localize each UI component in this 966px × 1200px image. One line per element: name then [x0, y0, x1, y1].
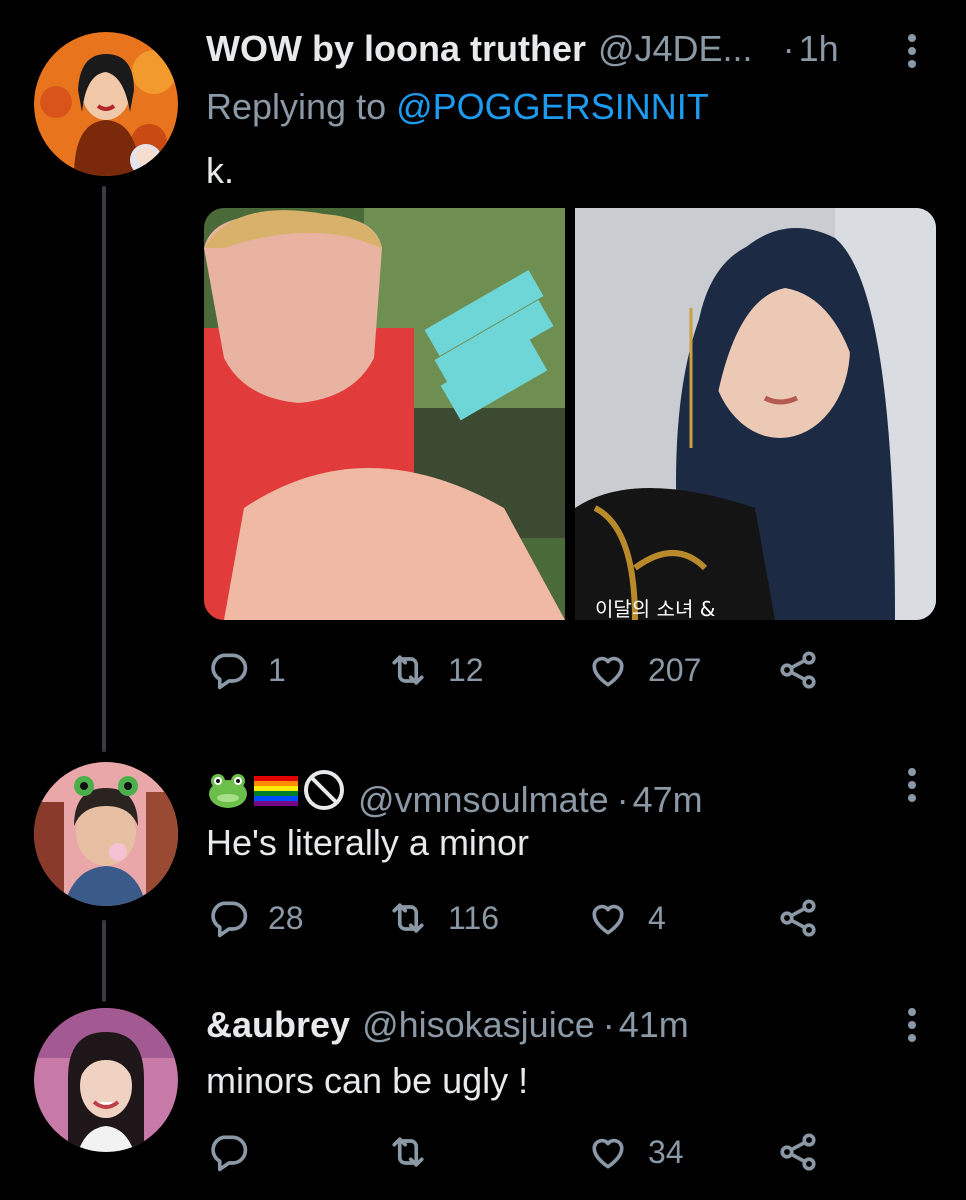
reply-icon: [211, 653, 248, 690]
replying-to-mention[interactable]: @POGGERSINNIT: [396, 86, 709, 127]
share-icon: [780, 899, 816, 937]
retweet-count: 12: [448, 651, 484, 688]
display-name[interactable]: &aubrey: [206, 1004, 350, 1046]
media-caption: 이달의 소녀 &: [595, 597, 716, 620]
media-image-1[interactable]: [204, 208, 565, 620]
reply-count: 1: [268, 651, 286, 688]
retweet-button[interactable]: [386, 1130, 448, 1174]
separator-dot: ·: [602, 1004, 615, 1045]
share-button[interactable]: [776, 648, 820, 692]
heart-icon: [592, 1138, 624, 1169]
handle[interactable]: @hisokasjuice: [362, 1004, 595, 1046]
more-vertical-icon[interactable]: [904, 1008, 920, 1042]
timestamp[interactable]: 47m: [633, 779, 703, 821]
tweet-header: WOW by loona truther @J4DE... · 1h: [206, 28, 839, 70]
timestamp[interactable]: 1h: [799, 28, 839, 70]
tweet-actions: 34: [206, 1130, 826, 1178]
share-icon: [780, 651, 816, 689]
heart-icon: [592, 904, 624, 935]
like-button[interactable]: 207: [586, 648, 701, 692]
retweet-icon: [392, 1137, 424, 1167]
display-name-emojis[interactable]: [206, 768, 346, 812]
share-icon: [780, 1133, 816, 1171]
retweet-count: 116: [448, 899, 500, 936]
share-button[interactable]: [776, 896, 820, 940]
avatar-image: [34, 762, 178, 906]
like-button[interactable]: 4: [586, 896, 666, 940]
avatar-image: [34, 1008, 178, 1152]
share-button[interactable]: [776, 1130, 820, 1174]
reply-button[interactable]: 28: [206, 896, 304, 940]
like-count: 4: [648, 899, 666, 936]
avatar[interactable]: [34, 1008, 178, 1152]
tweet-text: k.: [206, 150, 235, 191]
media-grid: 이달의 소녀 &: [204, 208, 936, 620]
thread-line-1: [102, 186, 106, 752]
heart-icon: [592, 656, 624, 687]
handle[interactable]: @vmnsoulmate: [358, 779, 609, 821]
tweet-text: minors can be ugly !: [206, 1060, 529, 1101]
media-image-2[interactable]: 이달의 소녀 &: [575, 208, 936, 620]
avatar[interactable]: [34, 32, 178, 176]
like-count: 207: [648, 651, 702, 688]
more-vertical-icon[interactable]: [904, 34, 920, 68]
tweet-header: &aubrey @hisokasjuice · 41m: [206, 1004, 689, 1046]
reply-button[interactable]: [206, 1130, 268, 1174]
retweet-button[interactable]: 12: [386, 648, 484, 692]
prohibited-icon: [304, 770, 344, 810]
replying-to: Replying to @POGGERSINNIT: [206, 86, 709, 128]
tweet-actions: 28 116 4: [206, 896, 826, 944]
reply-icon: [211, 1135, 248, 1172]
tweet-actions: 1 12 207: [206, 648, 826, 696]
reply-count: 28: [268, 899, 304, 936]
tweet-text: He's literally a minor: [206, 822, 529, 863]
thread-line-2: [102, 920, 106, 1002]
handle[interactable]: @J4DE...: [598, 28, 753, 70]
retweet-icon: [392, 903, 424, 933]
tweet-header: @vmnsoulmate · 47m: [206, 768, 703, 821]
avatar[interactable]: [34, 762, 178, 906]
avatar-image: [34, 32, 178, 176]
display-name[interactable]: WOW by loona truther: [206, 28, 586, 70]
separator-dot: ·: [616, 779, 629, 820]
frog-emoji-icon: [209, 774, 247, 808]
more-vertical-icon[interactable]: [904, 768, 920, 802]
retweet-button[interactable]: 116: [386, 896, 499, 940]
retweet-icon: [392, 655, 424, 685]
like-button[interactable]: 34: [586, 1130, 684, 1174]
reply-icon: [211, 901, 248, 938]
separator-dot: ·: [782, 28, 795, 69]
like-count: 34: [648, 1133, 684, 1170]
replying-to-label: Replying to: [206, 86, 387, 127]
rainbow-flag-icon: [254, 776, 298, 806]
reply-button[interactable]: 1: [206, 648, 286, 692]
timestamp[interactable]: 41m: [619, 1004, 689, 1046]
